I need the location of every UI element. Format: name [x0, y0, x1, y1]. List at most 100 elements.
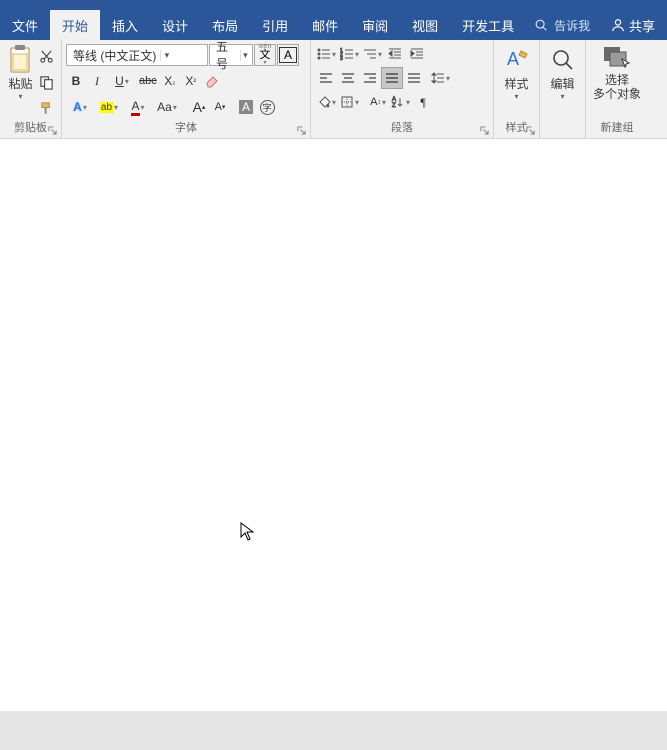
font-size-combo[interactable]: 五号 ▾ [209, 44, 253, 66]
multilevel-button[interactable]: ▾ [361, 43, 384, 65]
multilevel-icon [363, 47, 377, 61]
clipboard-group-label: 剪贴板 [14, 122, 47, 134]
styles-dialog-launcher[interactable] [524, 124, 537, 137]
borders-button[interactable]: ▾ [338, 91, 361, 113]
subscript-button[interactable]: X₂ [160, 70, 180, 92]
sort-icon: AZ [391, 95, 405, 109]
align-right-icon [363, 71, 377, 85]
brush-icon [39, 101, 54, 116]
cut-button[interactable] [37, 46, 57, 66]
magnifier-icon [550, 45, 576, 75]
tab-view[interactable]: 视图 [400, 10, 450, 40]
char-border-button[interactable]: A [277, 44, 299, 66]
superscript-button[interactable]: X² [181, 70, 201, 92]
clear-formatting-button[interactable] [202, 70, 222, 92]
distribute-button[interactable] [403, 67, 425, 89]
numbering-button[interactable]: 123▾ [338, 43, 361, 65]
bullets-icon [317, 47, 331, 61]
styles-label: 样式 [504, 77, 528, 91]
tab-bar: 文件 开始 插入 设计 布局 引用 邮件 审阅 视图 开发工具 告诉我 共享 [0, 10, 667, 40]
share-button[interactable]: 共享 [599, 10, 667, 40]
share-label: 共享 [629, 16, 655, 35]
highlight-button[interactable]: ab▾ [95, 96, 123, 118]
italic-button[interactable]: I [87, 70, 107, 92]
increase-indent-button[interactable] [406, 43, 428, 65]
select-multiple-button[interactable]: 选择 多个对象 [590, 43, 644, 121]
clipboard-dialog-launcher[interactable] [46, 124, 59, 137]
font-color-button[interactable]: A▾ [124, 96, 152, 118]
numbering-icon: 123 [340, 47, 354, 61]
text-direction-button[interactable]: A↕▾ [367, 91, 389, 113]
copy-button[interactable] [37, 72, 57, 92]
sort-button[interactable]: AZ▾ [389, 91, 412, 113]
person-icon [611, 18, 625, 32]
font-group-label: 字体 [175, 122, 197, 134]
document-area[interactable] [0, 139, 667, 711]
bullets-button[interactable]: ▾ [315, 43, 338, 65]
tab-review[interactable]: 审阅 [350, 10, 400, 40]
svg-text:3: 3 [340, 56, 343, 61]
tab-references[interactable]: 引用 [250, 10, 300, 40]
tab-file[interactable]: 文件 [0, 10, 50, 40]
font-size-dropdown[interactable]: ▾ [240, 50, 250, 61]
paste-dropdown[interactable]: ▾ [18, 93, 22, 101]
line-spacing-icon [431, 71, 445, 85]
distribute-icon [407, 71, 421, 85]
styles-icon: A [503, 45, 531, 75]
align-center-icon [341, 71, 355, 85]
font-name-combo[interactable]: 等线 (中文正文) ▾ [66, 44, 208, 66]
tab-dev[interactable]: 开发工具 [450, 10, 526, 40]
bold-button[interactable]: B [66, 70, 86, 92]
tab-mail[interactable]: 邮件 [300, 10, 350, 40]
char-shading-button[interactable]: A [236, 96, 256, 118]
paragraph-dialog-launcher[interactable] [478, 124, 491, 137]
show-marks-button[interactable]: ¶ [412, 91, 434, 113]
editing-label: 编辑 [550, 77, 574, 91]
tab-design[interactable]: 设计 [150, 10, 200, 40]
font-name-dropdown[interactable]: ▾ [160, 50, 172, 61]
editing-dropdown[interactable]: ▾ [560, 93, 564, 101]
line-spacing-button[interactable]: ▾ [429, 67, 452, 89]
shrink-font-button[interactable]: A▾ [210, 96, 230, 118]
ribbon: 粘贴 ▾ 剪贴板 等线 (中文正文) ▾ 五号 ▾ [0, 40, 667, 139]
align-justify-button[interactable] [381, 67, 403, 89]
font-dialog-launcher[interactable] [295, 124, 308, 137]
paste-label: 粘贴 [8, 77, 32, 91]
editing-button[interactable]: 编辑 ▾ [544, 43, 581, 121]
font-size-value: 五号 [216, 38, 236, 72]
text-effects-button[interactable]: A▾ [66, 96, 94, 118]
phonetic-guide-button[interactable]: wén文▾ [254, 44, 276, 66]
styles-dropdown[interactable]: ▾ [514, 93, 518, 101]
outdent-icon [388, 47, 402, 61]
tell-me-placeholder: 告诉我 [554, 17, 590, 34]
status-bar [0, 711, 667, 750]
bucket-icon [317, 95, 331, 109]
align-right-button[interactable] [359, 67, 381, 89]
indent-icon [410, 47, 424, 61]
tab-insert[interactable]: 插入 [100, 10, 150, 40]
align-left-icon [319, 71, 333, 85]
enclosed-char-button[interactable]: 字 [257, 96, 277, 118]
tab-home[interactable]: 开始 [50, 10, 100, 40]
eraser-icon [204, 73, 220, 89]
grow-font-button[interactable]: A▴ [189, 96, 209, 118]
scissors-icon [39, 49, 54, 64]
tab-layout[interactable]: 布局 [200, 10, 250, 40]
svg-text:Z: Z [392, 103, 396, 109]
styles-button[interactable]: A 样式 ▾ [498, 43, 535, 121]
select-objects-icon [602, 45, 632, 71]
decrease-indent-button[interactable] [384, 43, 406, 65]
paste-button[interactable]: 粘贴 ▾ [4, 43, 37, 121]
tell-me[interactable]: 告诉我 [526, 10, 598, 40]
strike-button[interactable]: abc [137, 70, 159, 92]
underline-button[interactable]: U▾ [108, 70, 136, 92]
align-center-button[interactable] [337, 67, 359, 89]
align-left-button[interactable] [315, 67, 337, 89]
shading-button[interactable]: ▾ [315, 91, 338, 113]
format-painter-button[interactable] [37, 98, 57, 118]
search-icon [534, 18, 548, 32]
copy-icon [39, 75, 54, 90]
paste-icon [7, 45, 33, 75]
change-case-button[interactable]: Aa▾ [153, 96, 181, 118]
paragraph-group-label: 段落 [391, 122, 413, 134]
